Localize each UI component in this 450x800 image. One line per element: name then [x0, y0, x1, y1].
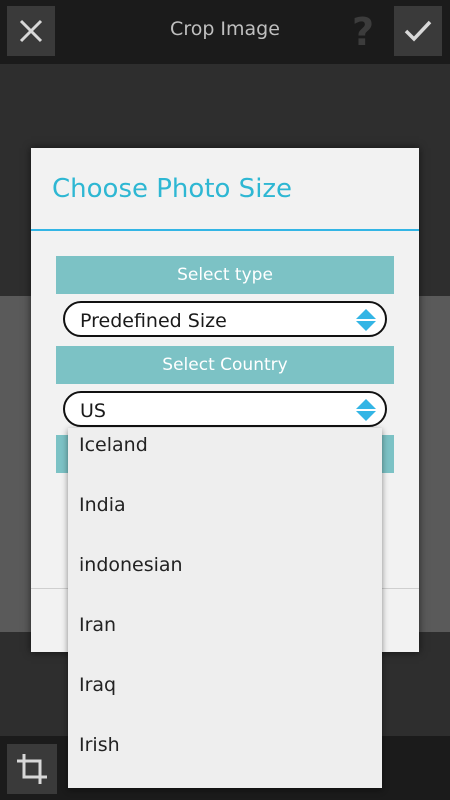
country-dropdown-list[interactable]: Iceland India indonesian Iran Iraq Irish: [68, 428, 382, 788]
screen: Crop Image ? Choose Photo Size Select ty…: [0, 0, 450, 800]
title-divider: [31, 229, 419, 231]
select-country-header: Select Country: [56, 346, 394, 384]
crop-button[interactable]: [7, 744, 57, 794]
list-item[interactable]: Iraq: [68, 656, 382, 716]
list-item-label: Iceland: [79, 434, 148, 456]
list-item-label: Iraq: [79, 674, 117, 696]
list-item[interactable]: India: [68, 476, 382, 536]
crop-icon: [17, 754, 47, 784]
check-icon: [404, 20, 432, 42]
type-select-value: Predefined Size: [80, 310, 227, 332]
country-select-value: US: [80, 400, 106, 422]
list-item-label: indonesian: [79, 554, 183, 576]
country-select[interactable]: US: [63, 391, 387, 427]
select-type-header: Select type: [56, 256, 394, 294]
top-app-bar: Crop Image ?: [0, 0, 450, 64]
type-select[interactable]: Predefined Size: [63, 301, 387, 337]
list-item[interactable]: Iran: [68, 596, 382, 656]
list-item-label: India: [79, 494, 126, 516]
spinner-arrows-icon: [356, 309, 376, 331]
list-item-label: Iran: [79, 614, 117, 636]
spinner-arrows-icon: [356, 399, 376, 421]
list-item-label: Irish: [79, 734, 120, 756]
page-title: Crop Image: [170, 18, 280, 40]
dialog-title: Choose Photo Size: [52, 174, 293, 204]
help-button[interactable]: ?: [349, 10, 377, 54]
list-item[interactable]: indonesian: [68, 536, 382, 596]
confirm-button[interactable]: [394, 6, 442, 56]
list-item[interactable]: Irish: [68, 716, 382, 776]
